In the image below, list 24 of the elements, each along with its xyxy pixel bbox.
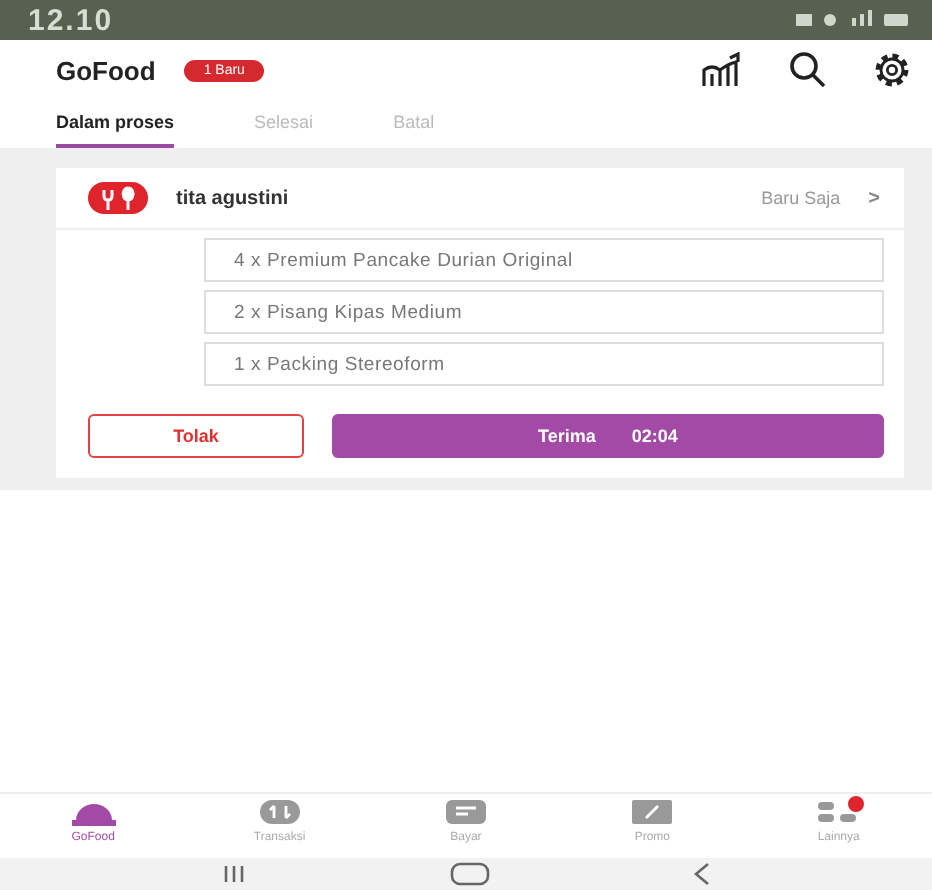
settings-icon[interactable]	[872, 50, 912, 90]
restaurant-icon	[88, 182, 148, 214]
card-icon	[443, 798, 488, 826]
tab[interactable]: Selesai	[254, 100, 314, 148]
dish-cover-icon	[71, 798, 116, 826]
tab[interactable]: Batal	[393, 100, 435, 148]
chart-icon[interactable]	[700, 52, 744, 88]
order-item: 1 x Packing Stereoform	[204, 342, 884, 386]
home-icon[interactable]	[449, 862, 490, 886]
status-time: 12.10	[28, 3, 114, 37]
ticket-icon	[630, 798, 675, 826]
reject-button[interactable]: Tolak	[88, 414, 304, 458]
search-icon[interactable]	[788, 50, 828, 90]
chevron[interactable]: >	[868, 187, 880, 209]
transfer-icon	[257, 798, 302, 826]
back-icon[interactable]	[691, 862, 712, 886]
recent-apps-icon[interactable]	[220, 864, 249, 884]
order-item: 2 x Pisang Kipas Medium	[204, 290, 884, 334]
app-title: GoFood	[56, 55, 156, 85]
accept-button[interactable]: Terima 02:04	[332, 414, 884, 458]
grid-icon	[816, 798, 861, 826]
order-time: Baru Saja	[761, 188, 841, 208]
order-item: 4 x Premium Pancake Durian Original	[204, 238, 884, 282]
customer-name: tita agustini	[176, 187, 289, 209]
